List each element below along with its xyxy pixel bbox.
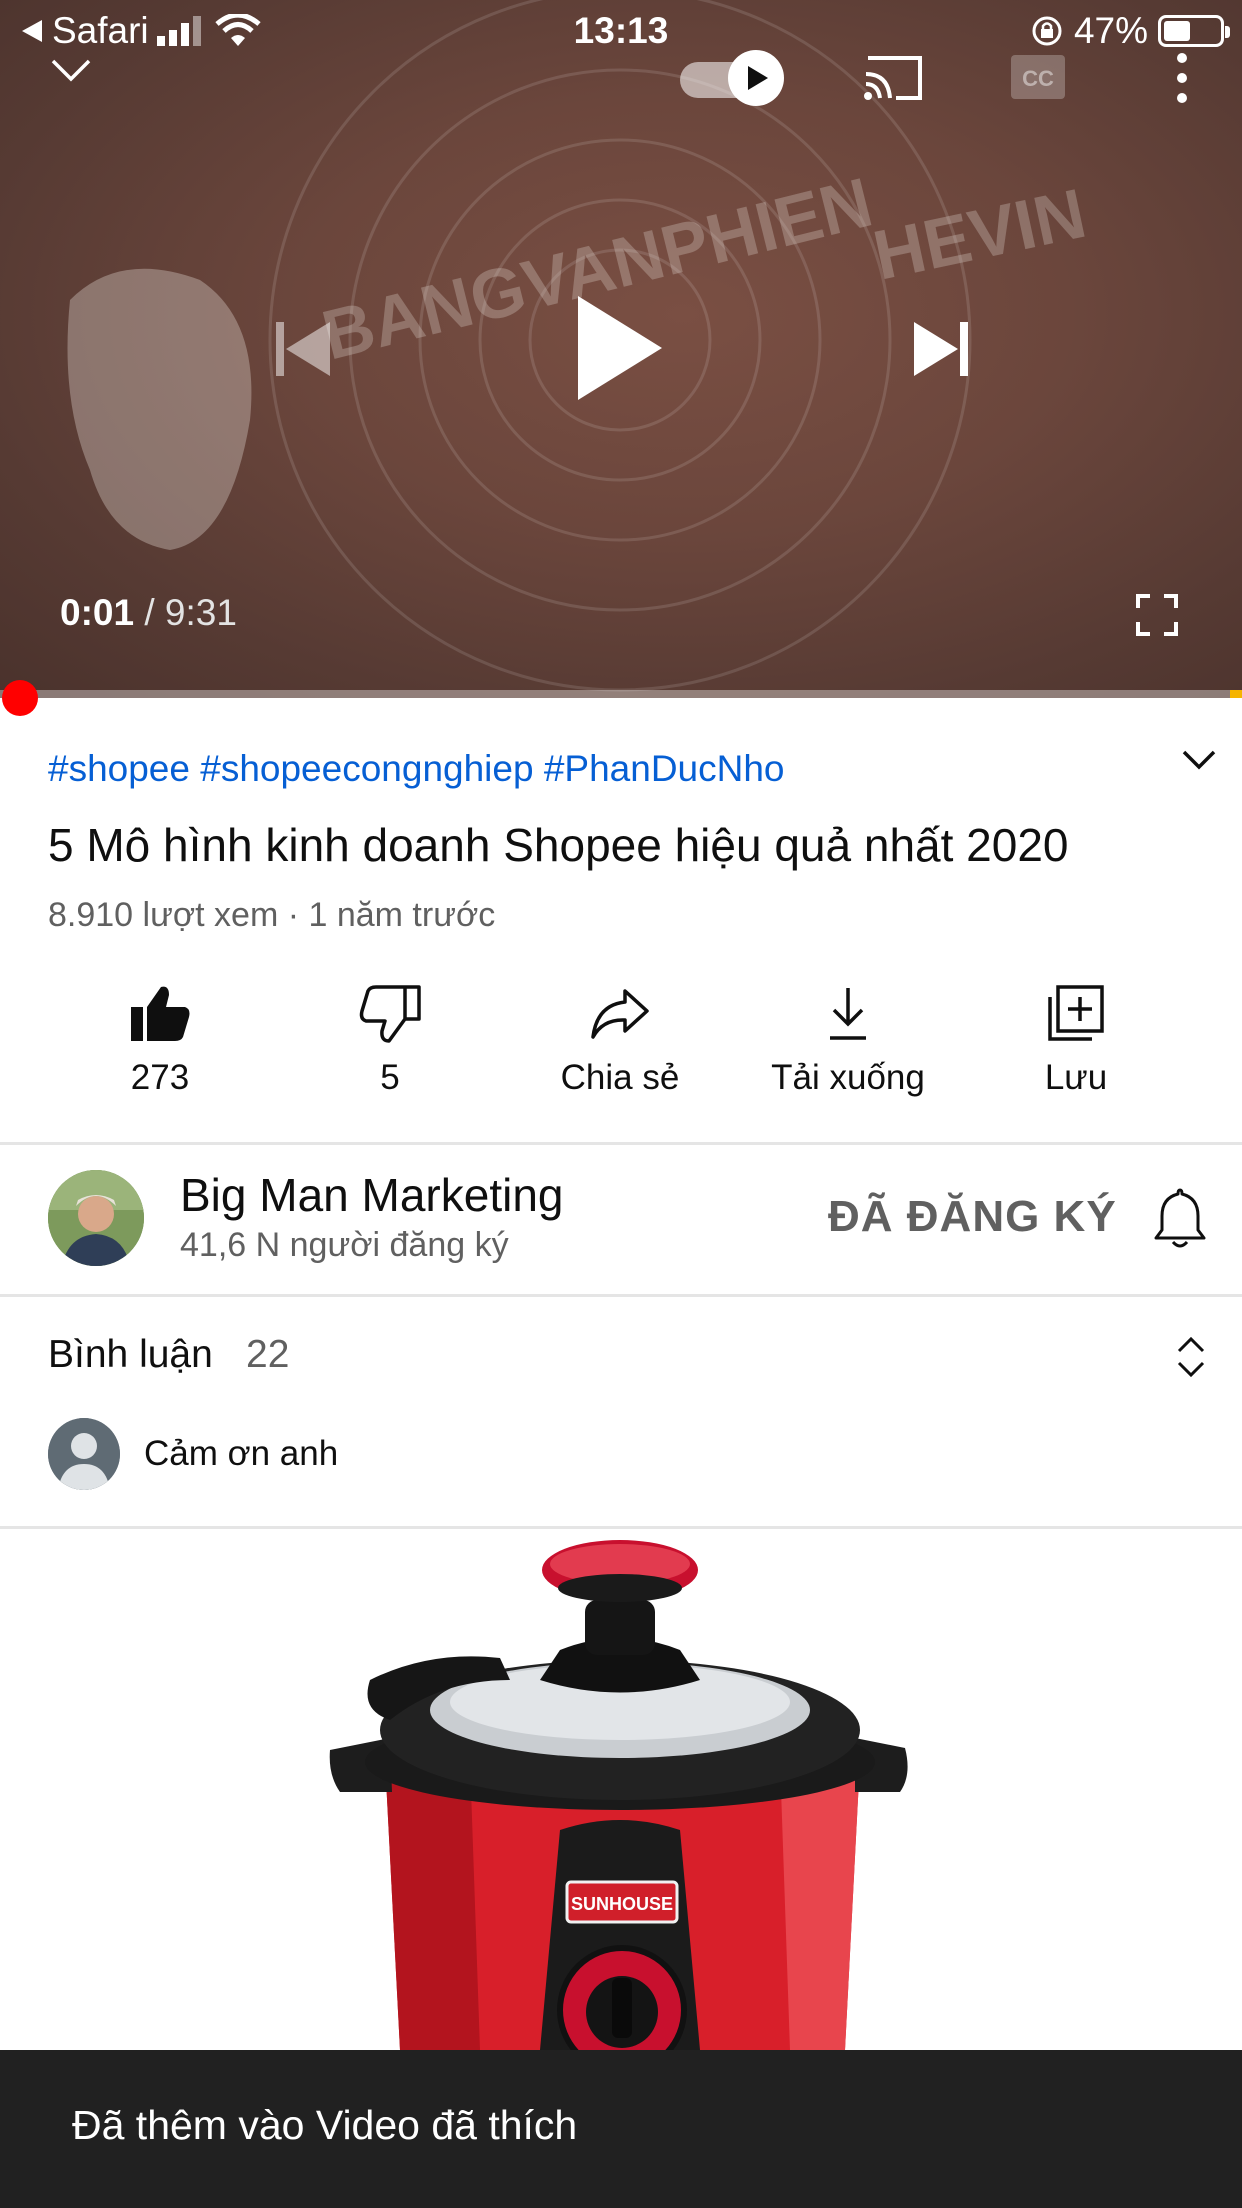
status-bar: Safari 13:13 47% <box>0 0 1242 62</box>
subscribed-button[interactable]: ĐÃ ĐĂNG KÝ <box>828 1192 1117 1242</box>
save-playlist-icon <box>1048 985 1104 1041</box>
duration: / 9:31 <box>144 592 237 633</box>
default-avatar-icon <box>48 1418 120 1490</box>
divider <box>0 1526 1242 1529</box>
channel-avatar[interactable] <box>48 1170 144 1266</box>
orientation-lock-icon <box>1032 16 1062 46</box>
previous-icon[interactable] <box>272 318 334 380</box>
download-icon <box>830 988 866 1040</box>
video-meta: 8.910 lượt xem · 1 năm trước <box>48 896 496 934</box>
svg-text:CC: CC <box>1022 66 1054 91</box>
comments-label[interactable]: Bình luận <box>48 1333 213 1377</box>
save-label: Lưu <box>1044 1058 1108 1097</box>
save-button[interactable]: Lưu <box>966 980 1186 1098</box>
dislike-count: 5 <box>380 1058 400 1097</box>
video-player[interactable]: BANGVANPHIEN HEVIN Safari 13:13 47% CC 0… <box>0 0 1242 698</box>
status-right: 47% <box>1030 10 1230 52</box>
snackbar: Đã thêm vào Video đã thích <box>0 2050 1242 2208</box>
next-icon[interactable] <box>910 318 972 380</box>
expand-description-icon[interactable] <box>1180 748 1218 772</box>
divider <box>0 1142 1242 1145</box>
hashtags[interactable]: #shopee #shopeecongnghiep #PhanDucNho <box>48 748 785 790</box>
channel-avatar-image <box>48 1170 144 1266</box>
rice-cooker-image: SUNHOUSE <box>329 1540 908 2050</box>
channel-name[interactable]: Big Man Marketing <box>180 1168 564 1222</box>
buffer-marker <box>1230 690 1242 698</box>
ad-product-image[interactable]: SUNHOUSE <box>0 1530 1242 2050</box>
brand-label: SUNHOUSE <box>571 1894 673 1914</box>
battery-icon <box>1158 15 1230 47</box>
cc-icon[interactable]: CC <box>1010 54 1066 100</box>
action-bar: 273 5 Chia sẻ Tải xuống Lưu <box>0 980 1242 1100</box>
battery-percent: 47% <box>1073 10 1148 51</box>
fullscreen-icon[interactable] <box>1136 594 1178 636</box>
top-comment[interactable]: Cảm ơn anh <box>144 1434 338 1474</box>
divider <box>0 1294 1242 1297</box>
bell-icon[interactable] <box>1152 1186 1208 1250</box>
play-icon[interactable] <box>574 292 666 404</box>
download-label: Tải xuống <box>771 1058 925 1097</box>
snackbar-message: Đã thêm vào Video đã thích <box>72 2102 578 2148</box>
commenter-avatar <box>48 1418 120 1490</box>
autoplay-toggle[interactable] <box>676 48 788 110</box>
like-count: 273 <box>130 1058 190 1097</box>
thumbs-down-icon <box>359 985 421 1043</box>
dislike-button[interactable]: 5 <box>280 980 500 1098</box>
progress-scrubber[interactable] <box>2 680 39 716</box>
share-button[interactable]: Chia sẻ <box>510 980 730 1098</box>
subscriber-count: 41,6 N người đăng ký <box>180 1226 509 1264</box>
comments-count: 22 <box>246 1333 290 1376</box>
share-icon <box>591 989 649 1039</box>
svg-text:HEVIN: HEVIN <box>867 174 1092 295</box>
progress-bar[interactable] <box>0 690 1242 698</box>
share-label: Chia sẻ <box>560 1058 680 1097</box>
more-icon[interactable] <box>1170 52 1194 104</box>
chevron-down-icon[interactable] <box>50 58 92 82</box>
like-button[interactable]: 273 <box>50 980 270 1098</box>
download-button[interactable]: Tải xuống <box>738 980 958 1098</box>
expand-comments-icon[interactable] <box>1176 1334 1206 1380</box>
current-time: 0:01 <box>60 592 135 633</box>
video-title[interactable]: 5 Mô hình kinh doanh Shopee hiệu quả nhấ… <box>48 818 1069 872</box>
cast-icon[interactable] <box>862 52 926 104</box>
time-readout: 0:01 / 9:31 <box>60 592 237 634</box>
thumbs-up-filled-icon <box>131 986 190 1041</box>
